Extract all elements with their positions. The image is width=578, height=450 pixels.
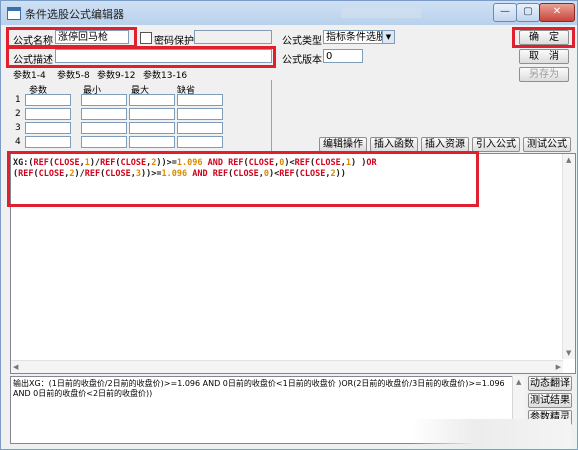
formula-editor-window: 条件选股公式编辑器 — ▢ ✕ 公式名称 涨停回马枪 密码保护 公式类型 指标条… — [0, 0, 578, 450]
param-max-cell[interactable] — [129, 94, 175, 106]
test-formula-button[interactable]: 测试公式 — [523, 137, 571, 152]
param-default-cell[interactable] — [177, 108, 223, 120]
highlight-ok-button — [512, 27, 575, 48]
formula-type-value: 指标条件选股 — [326, 32, 386, 43]
param-row-number: 1 — [15, 95, 21, 105]
param-max-cell[interactable] — [129, 136, 175, 148]
password-protect-checkbox[interactable] — [140, 32, 152, 44]
save-as-button[interactable]: 另存为 — [519, 67, 569, 82]
param-min-cell[interactable] — [81, 136, 127, 148]
insert-resource-button[interactable]: 插入资源 — [421, 137, 469, 152]
formula-version-label: 公式版本 — [282, 55, 322, 66]
close-button[interactable]: ✕ — [539, 3, 575, 22]
param-default-cell[interactable] — [177, 136, 223, 148]
insert-function-button[interactable]: 插入函数 — [370, 137, 418, 152]
formula-type-label: 公式类型 — [282, 36, 322, 47]
edit-operation-button[interactable]: 编辑操作 — [319, 137, 367, 152]
app-icon — [7, 7, 21, 20]
editor-vertical-scrollbar[interactable]: ▲ ▼ — [562, 154, 575, 359]
password-protect-label: 密码保护 — [154, 36, 194, 47]
scroll-up-icon[interactable]: ▲ — [566, 156, 571, 164]
param-name-cell[interactable] — [25, 108, 71, 120]
scroll-down-icon[interactable]: ▼ — [566, 349, 571, 357]
chevron-down-icon[interactable]: ▼ — [382, 31, 394, 43]
formula-type-select[interactable]: 指标条件选股 ▼ — [323, 30, 395, 44]
scroll-up-icon[interactable]: ▲ — [516, 378, 521, 386]
highlight-formula-desc — [6, 46, 276, 68]
password-input[interactable] — [194, 30, 272, 44]
formula-version-input[interactable]: 0 — [323, 49, 363, 63]
param-row-number: 2 — [15, 109, 21, 119]
param-max-cell[interactable] — [129, 108, 175, 120]
editor-horizontal-scrollbar[interactable]: ◀ ▶ — [11, 360, 563, 373]
highlight-formula-name — [6, 27, 137, 48]
param-default-cell[interactable] — [177, 122, 223, 134]
param-max-cell[interactable] — [129, 122, 175, 134]
param-name-cell[interactable] — [25, 94, 71, 106]
param-name-cell[interactable] — [25, 122, 71, 134]
param-min-cell[interactable] — [81, 122, 127, 134]
param-name-cell[interactable] — [25, 136, 71, 148]
window-title: 条件选股公式编辑器 — [25, 8, 124, 21]
param-row-number: 3 — [15, 123, 21, 133]
param-min-cell[interactable] — [81, 108, 127, 120]
scroll-left-icon[interactable]: ◀ — [13, 363, 18, 371]
param-row-number: 4 — [15, 137, 21, 147]
scroll-right-icon[interactable]: ▶ — [556, 363, 561, 371]
param-min-cell[interactable] — [81, 94, 127, 106]
highlight-formula-code — [7, 151, 479, 207]
test-result-button[interactable]: 测试结果 — [528, 393, 572, 408]
cancel-button[interactable]: 取 消 — [519, 49, 569, 64]
dynamic-translate-button[interactable]: 动态翻译 — [528, 376, 572, 391]
blurred-watermark — [411, 419, 571, 449]
minimize-button[interactable]: — — [493, 3, 517, 22]
maximize-button[interactable]: ▢ — [516, 3, 540, 22]
title-bar[interactable]: 条件选股公式编辑器 — ▢ ✕ — [1, 1, 577, 25]
param-default-cell[interactable] — [177, 94, 223, 106]
title-bar-decoration — [341, 7, 421, 18]
import-formula-button[interactable]: 引入公式 — [472, 137, 520, 152]
